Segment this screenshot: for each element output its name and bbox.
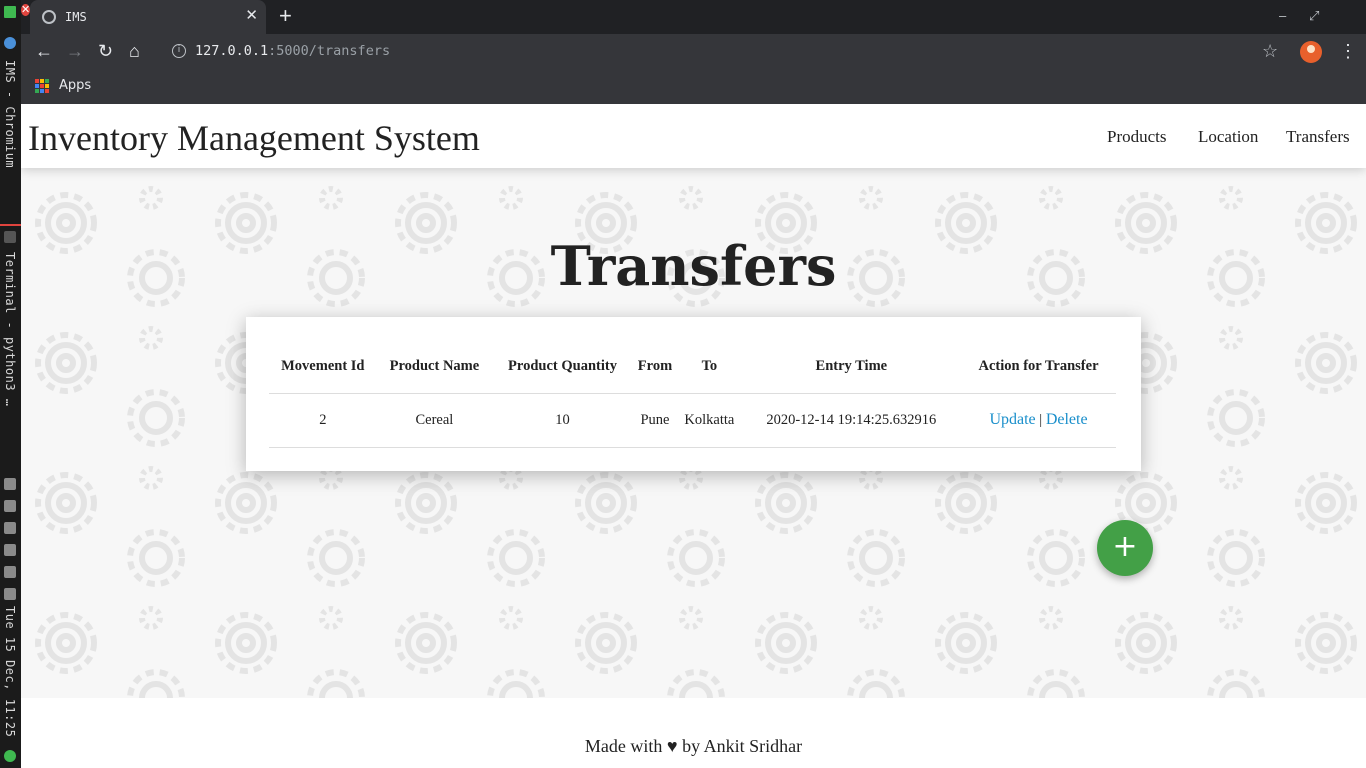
forward-icon[interactable]: → bbox=[66, 42, 84, 60]
site-brand[interactable]: Inventory Management System bbox=[28, 117, 480, 159]
close-tab-icon[interactable]: ✕ bbox=[245, 8, 258, 24]
browser-toolbar: ← → ↻ ⌂ i 127.0.0.1:5000/transfers ☆ ⋮ bbox=[21, 34, 1366, 70]
status-dot-icon bbox=[4, 750, 16, 762]
chromium-icon[interactable] bbox=[4, 37, 16, 49]
url-path: :5000/transfers bbox=[268, 43, 391, 59]
globe-icon bbox=[42, 10, 56, 24]
footer-text-before: Made with bbox=[584, 736, 663, 756]
bookmarks-bar: Apps bbox=[21, 70, 1366, 104]
column-header-entry-time: Entry Time bbox=[741, 341, 962, 394]
site-footer: Made with ♥ by Ankit Sridhar bbox=[21, 698, 1366, 768]
wm-logo-icon bbox=[4, 6, 16, 18]
nav-link-location[interactable]: Location bbox=[1198, 127, 1258, 147]
update-link[interactable]: Update bbox=[989, 411, 1035, 428]
new-tab-icon[interactable]: + bbox=[279, 5, 292, 27]
wm-separator bbox=[0, 224, 21, 226]
page-title: Transfers bbox=[550, 234, 837, 298]
transfers-card: Movement Id Product Name Product Quantit… bbox=[246, 317, 1141, 471]
site-navbar: Inventory Management System Products Loc… bbox=[21, 104, 1366, 168]
cell-movement-id: 2 bbox=[269, 393, 377, 448]
wm-clock: Tue 15 Dec, 11:25 bbox=[3, 606, 17, 738]
column-header-product-quantity: Product Quantity bbox=[492, 341, 633, 394]
terminal-icon[interactable] bbox=[4, 231, 16, 243]
wm-window-title-chromium[interactable]: IMS - Chromium bbox=[3, 60, 17, 168]
column-header-to: To bbox=[677, 341, 742, 394]
delete-link[interactable]: Delete bbox=[1046, 411, 1088, 428]
tab-ims[interactable]: IMS ✕ bbox=[30, 0, 266, 34]
tray-wifi-icon[interactable] bbox=[4, 566, 16, 578]
column-header-movement-id: Movement Id bbox=[269, 341, 377, 394]
action-separator: | bbox=[1039, 412, 1043, 428]
tab-title: IMS bbox=[65, 10, 87, 24]
minimize-icon[interactable]: – bbox=[1279, 8, 1286, 23]
column-header-from: From bbox=[632, 341, 678, 394]
tray-link-icon[interactable] bbox=[4, 544, 16, 556]
cell-entry-time: 2020-12-14 19:14:25.632916 bbox=[741, 393, 962, 448]
column-header-product-name: Product Name bbox=[376, 341, 493, 394]
bookmark-apps[interactable]: Apps bbox=[59, 78, 91, 93]
table-header-row: Movement Id Product Name Product Quantit… bbox=[269, 341, 1116, 394]
address-bar[interactable]: 127.0.0.1:5000/transfers bbox=[195, 43, 390, 59]
maximize-icon[interactable]: ⤢ bbox=[1309, 8, 1319, 24]
profile-avatar[interactable] bbox=[1300, 41, 1322, 63]
column-header-action: Action for Transfer bbox=[961, 341, 1116, 394]
tray-battery-icon[interactable] bbox=[4, 500, 16, 512]
cell-from: Pune bbox=[632, 393, 678, 448]
back-icon[interactable]: ← bbox=[35, 42, 53, 60]
transfers-table: Movement Id Product Name Product Quantit… bbox=[269, 341, 1116, 448]
cell-product-quantity: 10 bbox=[492, 393, 633, 448]
browser-chrome: IMS ✕ + – ⤢ ✕ ← → ↻ ⌂ i 127.0.0.1:5000/t… bbox=[21, 0, 1366, 104]
web-page: Inventory Management System Products Loc… bbox=[21, 104, 1366, 768]
tray-volume-icon[interactable] bbox=[4, 588, 16, 600]
footer-text-after: by Ankit Sridhar bbox=[682, 736, 803, 756]
tray-shield-icon[interactable] bbox=[4, 522, 16, 534]
bookmark-star-icon[interactable]: ☆ bbox=[1262, 41, 1278, 62]
cell-product-name: Cereal bbox=[376, 393, 493, 448]
window-close-icon[interactable]: ✕ bbox=[21, 4, 31, 16]
plus-icon: + bbox=[1112, 529, 1138, 564]
nav-link-products[interactable]: Products bbox=[1107, 127, 1167, 147]
home-icon[interactable]: ⌂ bbox=[129, 42, 140, 60]
add-transfer-button[interactable]: + bbox=[1097, 520, 1153, 576]
cell-actions: Update | Delete bbox=[961, 393, 1116, 448]
table-row: 2 Cereal 10 Pune Kolkatta 2020-12-14 19:… bbox=[269, 393, 1116, 448]
wm-window-title-terminal[interactable]: Terminal - python3 … bbox=[3, 252, 17, 407]
menu-kebab-icon[interactable]: ⋮ bbox=[1339, 41, 1357, 62]
apps-grid-icon[interactable] bbox=[35, 79, 49, 93]
cell-to: Kolkatta bbox=[677, 393, 742, 448]
url-host: 127.0.0.1 bbox=[195, 43, 269, 59]
nav-link-transfers[interactable]: Transfers bbox=[1286, 127, 1350, 147]
reload-icon[interactable]: ↻ bbox=[98, 42, 113, 60]
site-info-icon[interactable]: i bbox=[172, 44, 186, 58]
heart-icon: ♥ bbox=[666, 736, 678, 756]
wm-sidebar: IMS - Chromium Terminal - python3 … Tue … bbox=[0, 0, 21, 768]
tray-network-icon[interactable] bbox=[4, 478, 16, 490]
